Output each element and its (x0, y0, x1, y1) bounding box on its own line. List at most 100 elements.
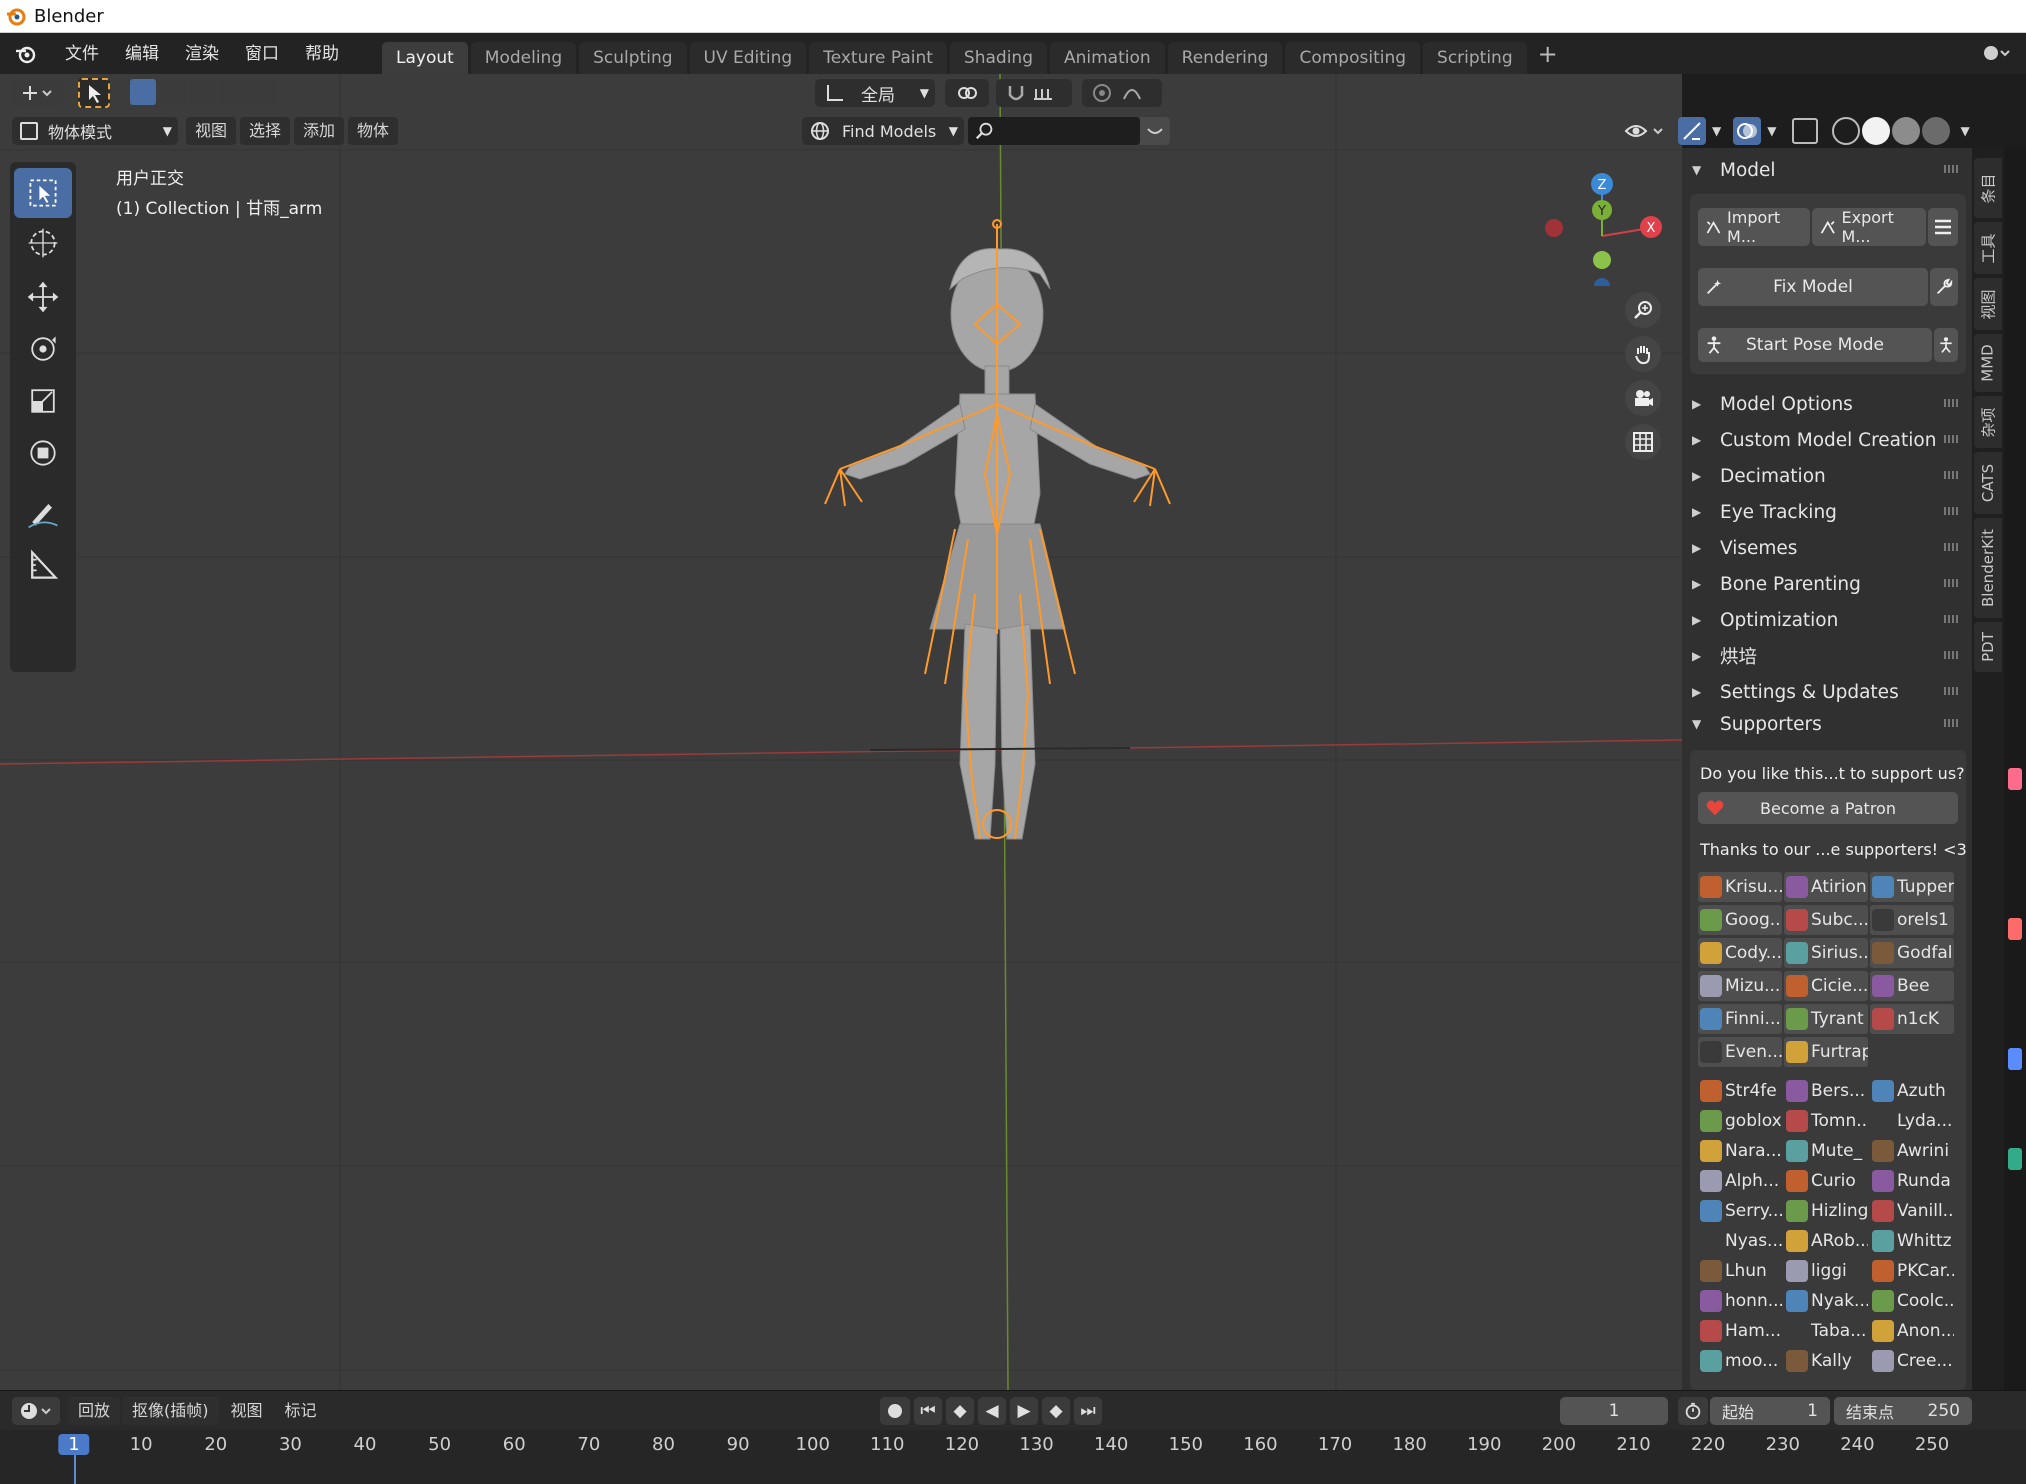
menu-item[interactable]: 编辑 (112, 39, 172, 69)
select-extend-button[interactable] (160, 79, 186, 105)
scene-selector[interactable] (1976, 39, 2016, 67)
menu-item[interactable]: 窗口 (232, 39, 292, 69)
model-search-input[interactable] (968, 117, 1140, 145)
workspace-tab[interactable]: Texture Paint (809, 42, 947, 74)
snapping-group[interactable] (996, 79, 1072, 107)
transform-tool[interactable] (14, 428, 72, 478)
pan-button[interactable] (1625, 336, 1661, 372)
export-model-button[interactable]: Export M... (1812, 208, 1926, 246)
jump-end-button[interactable]: ⏭ (1074, 1397, 1102, 1425)
drag-handle-icon[interactable] (1944, 543, 1960, 551)
move-tool[interactable] (14, 272, 72, 322)
mode-dropdown[interactable]: 物体模式 ▼ (12, 117, 178, 145)
search-options-button[interactable] (1140, 117, 1170, 145)
cats-section-header[interactable]: ▶ Decimation (1682, 458, 1972, 494)
timeline-menu-item[interactable]: 回放 (68, 1397, 121, 1425)
workspace-tab[interactable]: Scripting (1423, 42, 1527, 74)
import-model-button[interactable]: Import M... (1698, 208, 1810, 246)
measure-tool[interactable] (14, 540, 72, 590)
next-keyframe-button[interactable]: ◆ (1042, 1397, 1070, 1425)
cats-section-header[interactable]: ▶ 烘培 (1682, 638, 1972, 674)
transform-orientation-dropdown[interactable]: 全局 ▼ (815, 79, 935, 107)
add-workspace-button[interactable]: + (1538, 40, 1558, 68)
select-invert-button[interactable] (220, 79, 246, 105)
chevron-down-icon[interactable]: ▼ (1767, 124, 1776, 138)
drag-handle-icon[interactable] (1944, 687, 1960, 695)
scale-tool[interactable] (14, 376, 72, 426)
xray-toggle-button[interactable] (1792, 118, 1819, 144)
cats-section-header[interactable]: ▶ Eye Tracking (1682, 494, 1972, 530)
timeline-menu-item[interactable]: 标记 (275, 1397, 327, 1425)
cats-section-header[interactable]: ▶ Model Options (1682, 386, 1972, 422)
cats-section-header[interactable]: ▶ Settings & Updates (1682, 674, 1972, 710)
viewport-menu-item[interactable]: 物体 (348, 117, 399, 145)
rendered-shading-button[interactable] (1922, 117, 1951, 145)
gizmo-toggle-button[interactable] (1678, 117, 1706, 145)
select-subtract-button[interactable] (190, 79, 216, 105)
sidebar-tab[interactable]: 杂项 (1974, 396, 2002, 448)
drag-handle-icon[interactable] (1944, 579, 1960, 587)
wireframe-shading-button[interactable] (1832, 117, 1861, 145)
chevron-down-icon[interactable]: ▼ (1960, 124, 1969, 138)
blender-menu-icon[interactable] (14, 42, 38, 66)
fix-model-settings-button[interactable] (1930, 268, 1958, 306)
overlay-toggle-button[interactable] (1733, 117, 1762, 145)
timeline-editor-type-button[interactable] (12, 1397, 60, 1425)
drag-handle-icon[interactable] (1944, 719, 1960, 727)
viewport-menu-item[interactable]: 视图 (186, 117, 237, 145)
timeline-menu-item[interactable]: 视图 (221, 1397, 273, 1425)
workspace-tab[interactable]: Animation (1049, 42, 1165, 74)
workspace-tab[interactable]: Modeling (470, 42, 577, 74)
sidebar-tab[interactable]: 条目 (1974, 158, 2002, 218)
sidebar-tab[interactable]: PDT (1974, 622, 2002, 672)
select-intersect-button[interactable] (250, 79, 276, 105)
model-section-header[interactable]: ▼ Model (1682, 152, 1972, 188)
drag-handle-icon[interactable] (1944, 615, 1960, 623)
select-tool-toggle[interactable] (78, 78, 110, 108)
play-button[interactable]: ▶ (1010, 1397, 1038, 1425)
addon-tool-icon[interactable] (2008, 1148, 2022, 1170)
annotate-tool[interactable] (14, 488, 72, 538)
workspace-tab[interactable]: UV Editing (689, 42, 807, 74)
addon-tool-icon[interactable] (2008, 768, 2022, 790)
addon-tool-icon[interactable] (2008, 1048, 2022, 1070)
proportional-editing-group[interactable] (1082, 79, 1162, 107)
select-box-tool[interactable] (14, 168, 72, 218)
find-models-dropdown[interactable]: Find Models ▼ (802, 117, 964, 145)
start-frame-field[interactable]: 起始 1 (1710, 1397, 1830, 1425)
workspace-tab[interactable]: Compositing (1285, 42, 1421, 74)
workspace-tab[interactable]: Shading (949, 42, 1047, 74)
record-button[interactable] (880, 1397, 910, 1425)
sidebar-tab[interactable]: 工具 (1974, 222, 2002, 274)
armature-bones[interactable] (824, 219, 1171, 840)
solid-shading-button[interactable] (1862, 117, 1891, 145)
cats-section-header[interactable]: ▶ Custom Model Creation (1682, 422, 1972, 458)
pose-options-button[interactable] (1934, 328, 1958, 362)
cats-section-header[interactable]: ▶ Visemes (1682, 530, 1972, 566)
fix-model-button[interactable]: Fix Model (1698, 268, 1928, 306)
play-reverse-button[interactable]: ◀ (978, 1397, 1006, 1425)
menu-item[interactable]: 文件 (52, 39, 112, 69)
supporters-section-header[interactable]: ▼ Supporters (1682, 706, 1972, 742)
workspace-tab[interactable]: Layout (382, 42, 468, 74)
menu-item[interactable]: 帮助 (292, 39, 352, 69)
start-pose-mode-button[interactable]: Start Pose Mode (1698, 328, 1932, 362)
drag-handle-icon[interactable] (1944, 399, 1960, 407)
viewport-menu-item[interactable]: 选择 (240, 117, 291, 145)
pivot-point-dropdown[interactable] (945, 79, 989, 107)
3d-viewport[interactable]: 全局 ▼ 选项 ▼ 物体模式 ▼ 视图选择添加物体 (0, 74, 1682, 1390)
visibility-dropdown[interactable] (1622, 117, 1668, 145)
cats-section-header[interactable]: ▶ Optimization (1682, 602, 1972, 638)
cats-section-header[interactable]: ▶ Bone Parenting (1682, 566, 1972, 602)
editor-type-button[interactable] (12, 79, 62, 107)
sidebar-tab[interactable]: MMD (1974, 334, 2002, 392)
sidebar-tab[interactable]: 视图 (1974, 278, 2002, 330)
become-patron-button[interactable]: Become a Patron (1698, 792, 1958, 824)
drag-handle-icon[interactable] (1944, 435, 1960, 443)
sidebar-tab[interactable]: CATS (1974, 452, 2002, 514)
jump-start-button[interactable]: ⏮ (914, 1397, 942, 1425)
select-new-button[interactable] (130, 79, 156, 105)
cursor-tool[interactable] (14, 218, 72, 268)
prev-keyframe-button[interactable]: ◆ (946, 1397, 974, 1425)
addon-tool-icon[interactable] (2008, 918, 2022, 940)
